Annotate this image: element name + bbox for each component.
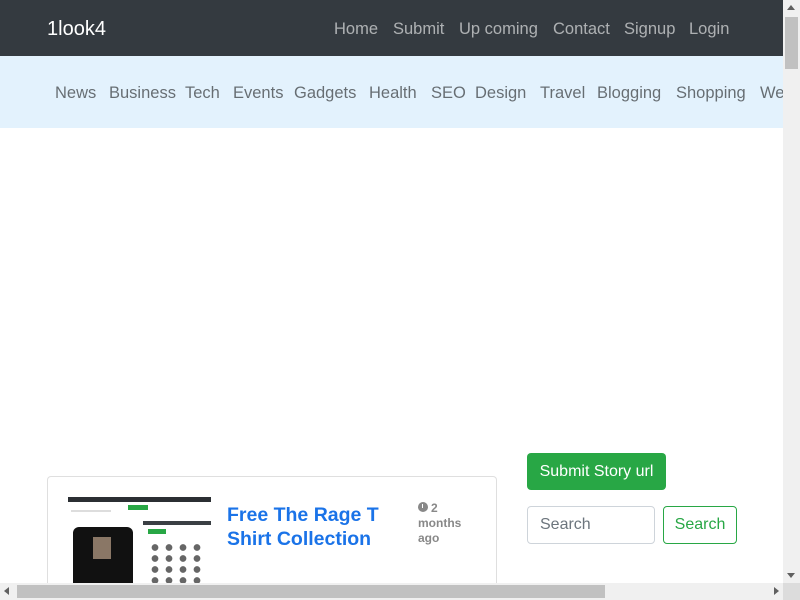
category-design[interactable]: Design: [475, 82, 526, 104]
scroll-left-icon[interactable]: [4, 587, 9, 595]
scroll-up-icon[interactable]: [787, 5, 795, 10]
category-health[interactable]: Health: [369, 82, 417, 104]
scroll-right-icon[interactable]: [774, 587, 779, 595]
thumbnail-header-bar: [68, 497, 211, 502]
thumbnail-product-grid: [148, 542, 206, 587]
search-button[interactable]: Search: [663, 506, 737, 544]
story-thumbnail[interactable]: [68, 497, 211, 597]
horizontal-scroll-thumb[interactable]: [17, 585, 605, 598]
vertical-scroll-thumb[interactable]: [785, 17, 798, 69]
category-blogging[interactable]: Blogging: [597, 82, 661, 104]
horizontal-scrollbar[interactable]: [0, 583, 783, 600]
story-timestamp: 2 months ago: [418, 501, 478, 546]
top-nav-links: Home Submit Up coming Contact Signup Log…: [0, 18, 783, 40]
category-events[interactable]: Events: [233, 82, 283, 104]
nav-link-contact[interactable]: Contact: [553, 18, 610, 40]
category-seo[interactable]: SEO: [431, 82, 466, 104]
thumbnail-price: [148, 529, 166, 534]
nav-link-signup[interactable]: Signup: [624, 18, 675, 40]
thumbnail-portrait: [93, 537, 111, 559]
nav-link-upcoming[interactable]: Up coming: [459, 18, 538, 40]
category-news[interactable]: News: [55, 82, 96, 104]
thumbnail-logo: [128, 505, 148, 510]
scrollbar-corner: [783, 583, 800, 600]
category-navbar: News Business Tech Events Gadgets Health…: [0, 56, 783, 128]
category-shopping[interactable]: Shopping: [676, 82, 746, 104]
vertical-scrollbar[interactable]: [783, 0, 800, 583]
nav-link-home[interactable]: Home: [334, 18, 378, 40]
submit-story-button[interactable]: Submit Story url: [527, 453, 666, 490]
category-more[interactable]: We: [760, 82, 783, 104]
category-business[interactable]: Business: [109, 82, 176, 104]
story-card: Free The Rage T Shirt Collection 2 month…: [47, 476, 497, 600]
category-gadgets[interactable]: Gadgets: [294, 82, 356, 104]
search-input[interactable]: [527, 506, 655, 544]
scroll-down-icon[interactable]: [787, 573, 795, 578]
clock-icon: [418, 502, 428, 512]
category-tech[interactable]: Tech: [185, 82, 220, 104]
nav-link-login[interactable]: Login: [689, 18, 729, 40]
top-navbar: 1look4 Home Submit Up coming Contact Sig…: [0, 0, 783, 56]
category-travel[interactable]: Travel: [540, 82, 585, 104]
thumbnail-line: [71, 510, 111, 512]
story-title-link[interactable]: Free The Rage T Shirt Collection: [227, 503, 397, 551]
thumbnail-strip: [143, 521, 211, 525]
nav-link-submit[interactable]: Submit: [393, 18, 444, 40]
